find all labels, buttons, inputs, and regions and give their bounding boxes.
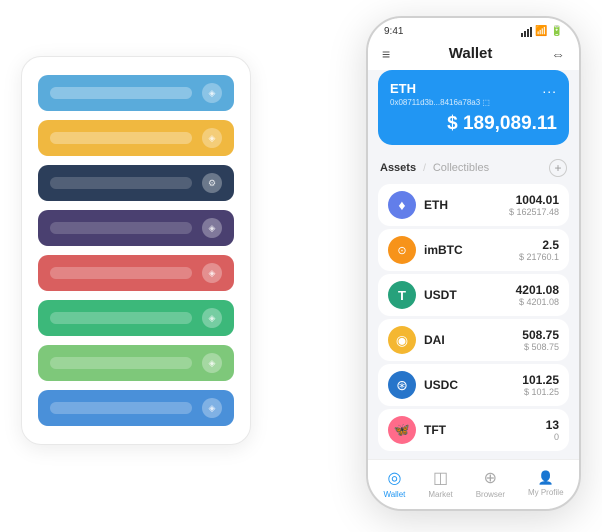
tab-collectibles[interactable]: Collectibles xyxy=(433,162,489,174)
asset-values-imbtc: 2.5 $ 21760.1 xyxy=(519,238,559,262)
asset-name-dai: DAI xyxy=(424,333,522,347)
card-icon: ⚙ xyxy=(202,173,222,193)
browser-nav-label: Browser xyxy=(476,490,505,499)
profile-nav-icon: 👤 xyxy=(538,470,554,486)
nav-item-profile[interactable]: 👤 My Profile xyxy=(528,470,564,497)
battery-icon: 🔋 xyxy=(551,26,563,37)
assets-tabs: Assets / Collectibles xyxy=(380,162,489,174)
usdt-icon: T xyxy=(388,281,416,309)
nav-item-wallet[interactable]: ◎ Wallet xyxy=(383,468,405,499)
eth-card-name: ETH xyxy=(390,81,416,96)
card-icon: ◈ xyxy=(202,218,222,238)
eth-card-top: ETH ... xyxy=(390,80,557,96)
nav-item-browser[interactable]: ⊕ Browser xyxy=(476,468,505,499)
card-icon: ◈ xyxy=(202,263,222,283)
asset-name-tft: TFT xyxy=(424,423,546,437)
list-item[interactable]: ◈ xyxy=(38,345,234,381)
asset-name-usdc: USDC xyxy=(424,378,522,392)
card-icon: ◈ xyxy=(202,128,222,148)
asset-item-usdt[interactable]: T USDT 4201.08 $ 4201.08 xyxy=(378,274,569,316)
imbtc-usd: $ 21760.1 xyxy=(519,252,559,262)
usdt-amount: 4201.08 xyxy=(516,283,559,297)
list-item[interactable]: ◈ xyxy=(38,210,234,246)
asset-values-tft: 13 0 xyxy=(546,418,559,442)
phone-header: ≡ Wallet ⇔ xyxy=(368,41,579,70)
signal-icon xyxy=(521,27,532,37)
list-item[interactable]: ◈ xyxy=(38,120,234,156)
asset-values-usdc: 101.25 $ 101.25 xyxy=(522,373,559,397)
card-icon: ◈ xyxy=(202,398,222,418)
assets-header: Assets / Collectibles + xyxy=(368,153,579,181)
tab-divider: / xyxy=(423,163,426,174)
list-item[interactable]: ◈ xyxy=(38,255,234,291)
page-title: Wallet xyxy=(449,45,493,62)
asset-item-tft[interactable]: 🦋 TFT 13 0 xyxy=(378,409,569,451)
phone-mockup: 9:41 📶 🔋 ≡ Wallet ⇔ ETH xyxy=(366,16,581,511)
card-icon: ◈ xyxy=(202,308,222,328)
tft-amount: 13 xyxy=(546,418,559,432)
list-item[interactable]: ⚙ xyxy=(38,165,234,201)
usdc-icon: ⊛ xyxy=(388,371,416,399)
add-asset-button[interactable]: + xyxy=(549,159,567,177)
dai-icon: ◉ xyxy=(388,326,416,354)
card-icon: ◈ xyxy=(202,353,222,373)
asset-item-eth[interactable]: ♦ ETH 1004.01 $ 162517.48 xyxy=(378,184,569,226)
wallet-nav-icon: ◎ xyxy=(387,468,401,488)
wifi-icon: 📶 xyxy=(535,26,547,37)
dai-amount: 508.75 xyxy=(522,328,559,342)
scene: ◈ ◈ ⚙ ◈ ◈ ◈ ◈ ◈ xyxy=(21,16,581,516)
status-bar: 9:41 📶 🔋 xyxy=(368,18,579,41)
left-panel: ◈ ◈ ⚙ ◈ ◈ ◈ ◈ ◈ xyxy=(21,56,251,445)
eth-card[interactable]: ETH ... 0x08711d3b...8416a78a3 ⬚ $ 189,0… xyxy=(378,70,569,145)
list-item[interactable]: ◈ xyxy=(38,390,234,426)
browser-nav-icon: ⊕ xyxy=(484,468,497,488)
asset-values-eth: 1004.01 $ 162517.48 xyxy=(509,193,559,217)
eth-card-menu[interactable]: ... xyxy=(542,80,557,96)
status-time: 9:41 xyxy=(384,26,403,37)
asset-name-eth: ETH xyxy=(424,198,509,212)
bottom-nav: ◎ Wallet ◫ Market ⊕ Browser 👤 My Profile xyxy=(368,459,579,509)
market-nav-icon: ◫ xyxy=(433,468,448,488)
scan-icon[interactable]: ⇔ xyxy=(551,46,565,62)
market-nav-label: Market xyxy=(428,490,452,499)
eth-amount: 1004.01 xyxy=(509,193,559,207)
imbtc-amount: 2.5 xyxy=(519,238,559,252)
tab-assets[interactable]: Assets xyxy=(380,162,416,174)
eth-usd: $ 162517.48 xyxy=(509,207,559,217)
eth-icon: ♦ xyxy=(388,191,416,219)
asset-name-usdt: USDT xyxy=(424,288,516,302)
dai-usd: $ 508.75 xyxy=(522,342,559,352)
status-icons: 📶 🔋 xyxy=(521,26,563,37)
asset-values-usdt: 4201.08 $ 4201.08 xyxy=(516,283,559,307)
tft-icon: 🦋 xyxy=(388,416,416,444)
asset-name-imbtc: imBTC xyxy=(424,243,519,257)
profile-nav-label: My Profile xyxy=(528,488,564,497)
usdt-usd: $ 4201.08 xyxy=(516,297,559,307)
list-item[interactable]: ◈ xyxy=(38,300,234,336)
tft-usd: 0 xyxy=(546,432,559,442)
usdc-amount: 101.25 xyxy=(522,373,559,387)
asset-item-imbtc[interactable]: ⊙ imBTC 2.5 $ 21760.1 xyxy=(378,229,569,271)
imbtc-icon: ⊙ xyxy=(388,236,416,264)
eth-balance: $ 189,089.11 xyxy=(447,113,557,135)
asset-item-usdc[interactable]: ⊛ USDC 101.25 $ 101.25 xyxy=(378,364,569,406)
menu-icon[interactable]: ≡ xyxy=(382,46,390,62)
list-item[interactable]: ◈ xyxy=(38,75,234,111)
card-icon: ◈ xyxy=(202,83,222,103)
wallet-nav-label: Wallet xyxy=(383,490,405,499)
usdc-usd: $ 101.25 xyxy=(522,387,559,397)
asset-item-dai[interactable]: ◉ DAI 508.75 $ 508.75 xyxy=(378,319,569,361)
phone-content: ETH ... 0x08711d3b...8416a78a3 ⬚ $ 189,0… xyxy=(368,70,579,459)
eth-card-address: 0x08711d3b...8416a78a3 ⬚ xyxy=(390,98,557,107)
nav-item-market[interactable]: ◫ Market xyxy=(428,468,452,499)
asset-values-dai: 508.75 $ 508.75 xyxy=(522,328,559,352)
